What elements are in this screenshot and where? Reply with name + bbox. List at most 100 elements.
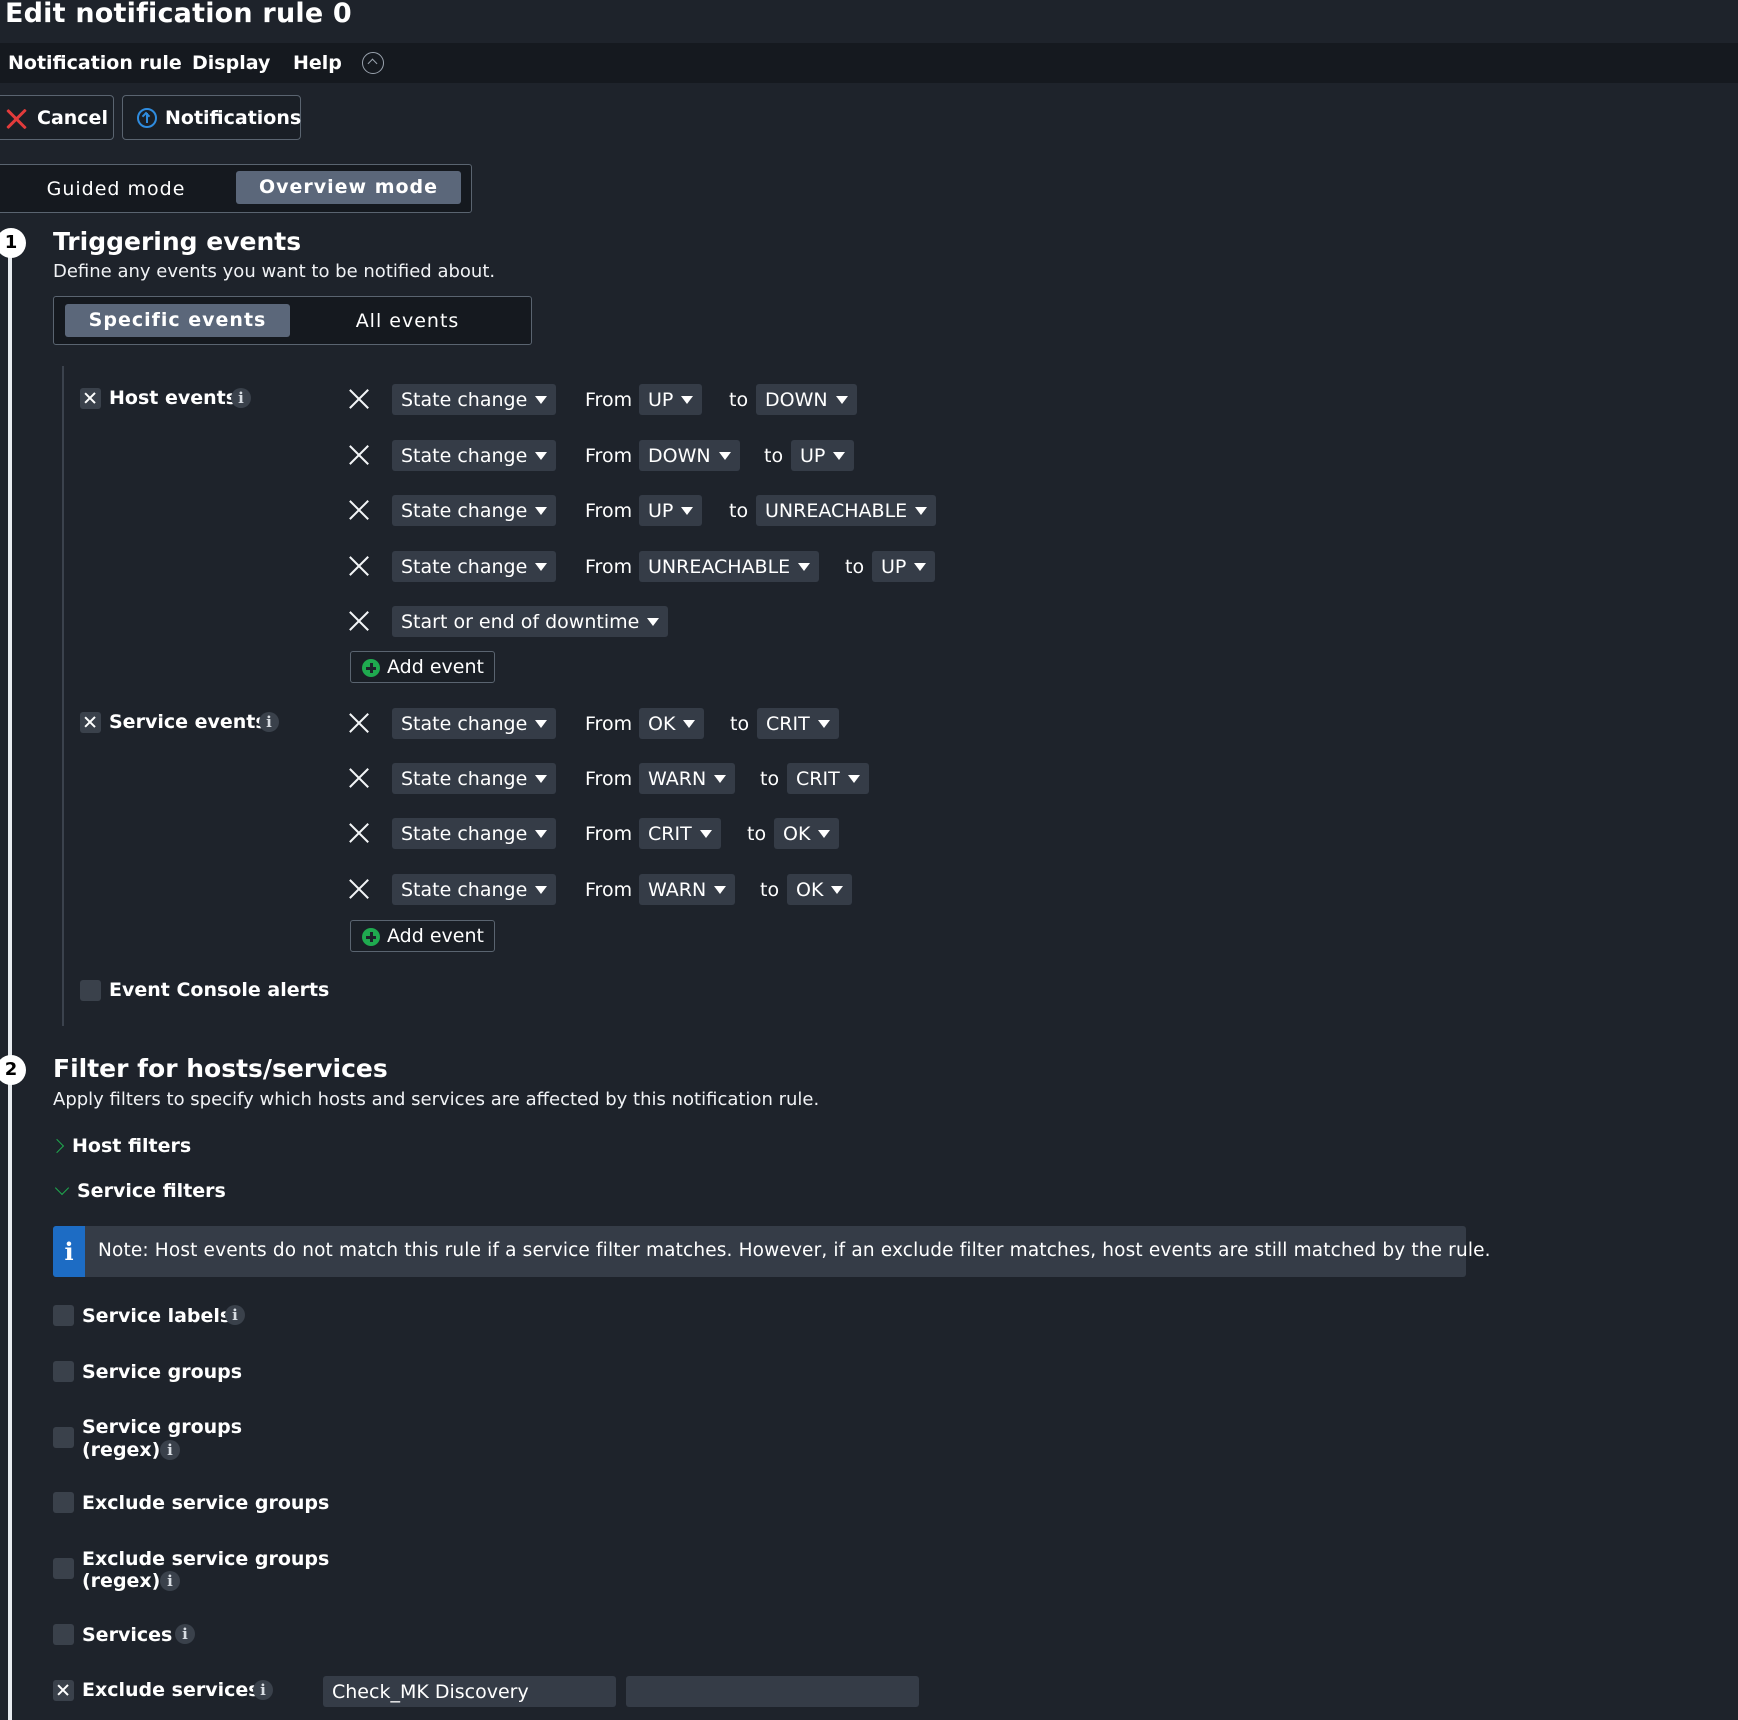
dropdown-arrow-icon: [535, 719, 548, 728]
dropdown-arrow-icon: [535, 829, 548, 838]
guided-mode-option[interactable]: Guided mode: [20, 178, 212, 200]
service-event-3-from-select[interactable]: CRIT: [639, 818, 721, 849]
up-arrow-circle-icon: [137, 108, 157, 128]
service-groups-regex-info-icon[interactable]: i: [160, 1440, 180, 1460]
remove-service-event-3-icon[interactable]: [348, 822, 370, 844]
host-event-5-type-select[interactable]: Start or end of downtime: [392, 606, 669, 637]
dropdown-arrow-icon: [535, 885, 548, 894]
add-host-event-button[interactable]: Add event: [350, 651, 495, 683]
remove-host-event-5-icon[interactable]: [348, 610, 370, 632]
host-event-4-type-select[interactable]: State change: [392, 551, 557, 582]
exclude-service-input-2[interactable]: [626, 1676, 919, 1707]
overview-mode-option[interactable]: Overview mode: [236, 171, 461, 204]
host-event-1-to-select[interactable]: DOWN: [756, 384, 857, 415]
menu-help[interactable]: Help: [293, 52, 342, 74]
add-service-event-label: Add event: [387, 925, 484, 947]
service-event-1-to-select[interactable]: CRIT: [757, 708, 839, 739]
dropdown-arrow-icon: [818, 829, 831, 838]
host-filters-toggle[interactable]: Host filters: [72, 1135, 191, 1157]
notifications-label: Notifications: [165, 106, 302, 129]
host-event-1-from-select[interactable]: UP: [639, 384, 703, 415]
to-label: to: [730, 713, 750, 735]
service-event-2-type-select[interactable]: State change: [392, 763, 557, 794]
host-event-4-from-select[interactable]: UNREACHABLE: [639, 551, 820, 582]
remove-service-event-4-icon[interactable]: [348, 878, 370, 900]
exclude-service-input-1[interactable]: Check_MK Discovery: [323, 1676, 616, 1707]
dropdown-arrow-icon: [681, 506, 694, 515]
add-service-event-button[interactable]: Add event: [350, 920, 495, 952]
service-event-4-from-select[interactable]: WARN: [639, 874, 736, 905]
chevron-down-icon[interactable]: [54, 1180, 70, 1196]
remove-service-event-1-icon[interactable]: [348, 712, 370, 734]
to-label: to: [729, 389, 749, 411]
service-groups-regex-checkbox[interactable]: [53, 1427, 74, 1448]
remove-host-event-2-icon[interactable]: [348, 444, 370, 466]
event-console-alerts-checkbox[interactable]: [80, 980, 101, 1001]
service-event-4-to: OK: [796, 878, 824, 901]
services-info-icon[interactable]: i: [175, 1624, 195, 1644]
exclude-services-info-icon[interactable]: i: [253, 1680, 273, 1700]
chevron-right-icon[interactable]: [49, 1138, 65, 1154]
service-event-4-to-select[interactable]: OK: [787, 874, 853, 905]
specific-events-option[interactable]: Specific events: [65, 304, 290, 337]
service-filters-toggle[interactable]: Service filters: [77, 1180, 226, 1202]
cancel-button[interactable]: Cancel: [0, 95, 114, 140]
host-event-1-type-select[interactable]: State change: [392, 384, 557, 415]
host-event-3-to-select[interactable]: UNREACHABLE: [756, 495, 937, 526]
service-event-3-to-select[interactable]: OK: [774, 818, 840, 849]
dropdown-arrow-icon: [535, 506, 548, 515]
remove-host-event-4-icon[interactable]: [348, 555, 370, 577]
triggering-events-description: Define any events you want to be notifie…: [53, 261, 496, 282]
service-event-2-to-select[interactable]: CRIT: [787, 763, 869, 794]
collapse-menu-icon[interactable]: [362, 52, 384, 74]
service-event-4-type-select[interactable]: State change: [392, 874, 557, 905]
service-event-1-from-select[interactable]: OK: [639, 708, 705, 739]
service-labels-checkbox[interactable]: [53, 1305, 74, 1326]
step-progress-line: [8, 240, 12, 1720]
dropdown-arrow-icon: [798, 562, 811, 571]
service-groups-checkbox[interactable]: [53, 1361, 74, 1382]
filter-heading: Filter for hosts/services: [53, 1054, 388, 1083]
host-events-checkbox[interactable]: [80, 388, 101, 409]
service-events-label: Service events: [109, 711, 267, 733]
host-event-2-to-select[interactable]: UP: [791, 440, 855, 471]
service-event-3-from: CRIT: [648, 822, 692, 845]
service-event-2-from: WARN: [648, 767, 707, 790]
remove-host-event-1-icon[interactable]: [348, 388, 370, 410]
menu-display[interactable]: Display: [192, 52, 270, 74]
service-event-3-type-select[interactable]: State change: [392, 818, 557, 849]
host-event-1-type: State change: [401, 388, 528, 411]
exclude-service-groups-checkbox[interactable]: [53, 1492, 74, 1513]
host-event-4-to-select[interactable]: UP: [872, 551, 936, 582]
host-event-1-to: DOWN: [765, 388, 828, 411]
service-event-4-from: WARN: [648, 878, 707, 901]
service-groups-regex-label-1: Service groups: [82, 1416, 243, 1438]
services-checkbox[interactable]: [53, 1624, 74, 1645]
service-labels-info-icon[interactable]: i: [225, 1305, 245, 1325]
remove-service-event-2-icon[interactable]: [348, 767, 370, 789]
exclude-services-checkbox[interactable]: [53, 1680, 74, 1701]
host-event-3-from-select[interactable]: UP: [639, 495, 703, 526]
host-event-2-from-select[interactable]: DOWN: [639, 440, 740, 471]
host-events-info-icon[interactable]: i: [231, 388, 251, 408]
service-event-1-type-select[interactable]: State change: [392, 708, 557, 739]
all-events-option[interactable]: All events: [310, 310, 505, 332]
exclude-services-label: Exclude services: [82, 1679, 260, 1701]
dropdown-arrow-icon: [535, 774, 548, 783]
exclude-service-groups-regex-checkbox[interactable]: [53, 1558, 74, 1579]
services-label: Services: [82, 1624, 173, 1646]
menu-notification-rule[interactable]: Notification rule: [8, 52, 182, 74]
service-events-info-icon[interactable]: i: [259, 712, 279, 732]
service-event-1-type: State change: [401, 712, 528, 735]
exclude-service-groups-regex-info-icon[interactable]: i: [160, 1571, 180, 1591]
host-event-4-from: UNREACHABLE: [648, 555, 791, 578]
notifications-button[interactable]: Notifications: [122, 95, 301, 140]
remove-host-event-3-icon[interactable]: [348, 499, 370, 521]
host-event-3-type-select[interactable]: State change: [392, 495, 557, 526]
service-event-2-to: CRIT: [796, 767, 840, 790]
dropdown-arrow-icon: [535, 562, 548, 571]
host-event-2-type-select[interactable]: State change: [392, 440, 557, 471]
service-events-checkbox[interactable]: [80, 712, 101, 733]
dropdown-arrow-icon: [535, 451, 548, 460]
service-event-2-from-select[interactable]: WARN: [639, 763, 736, 794]
